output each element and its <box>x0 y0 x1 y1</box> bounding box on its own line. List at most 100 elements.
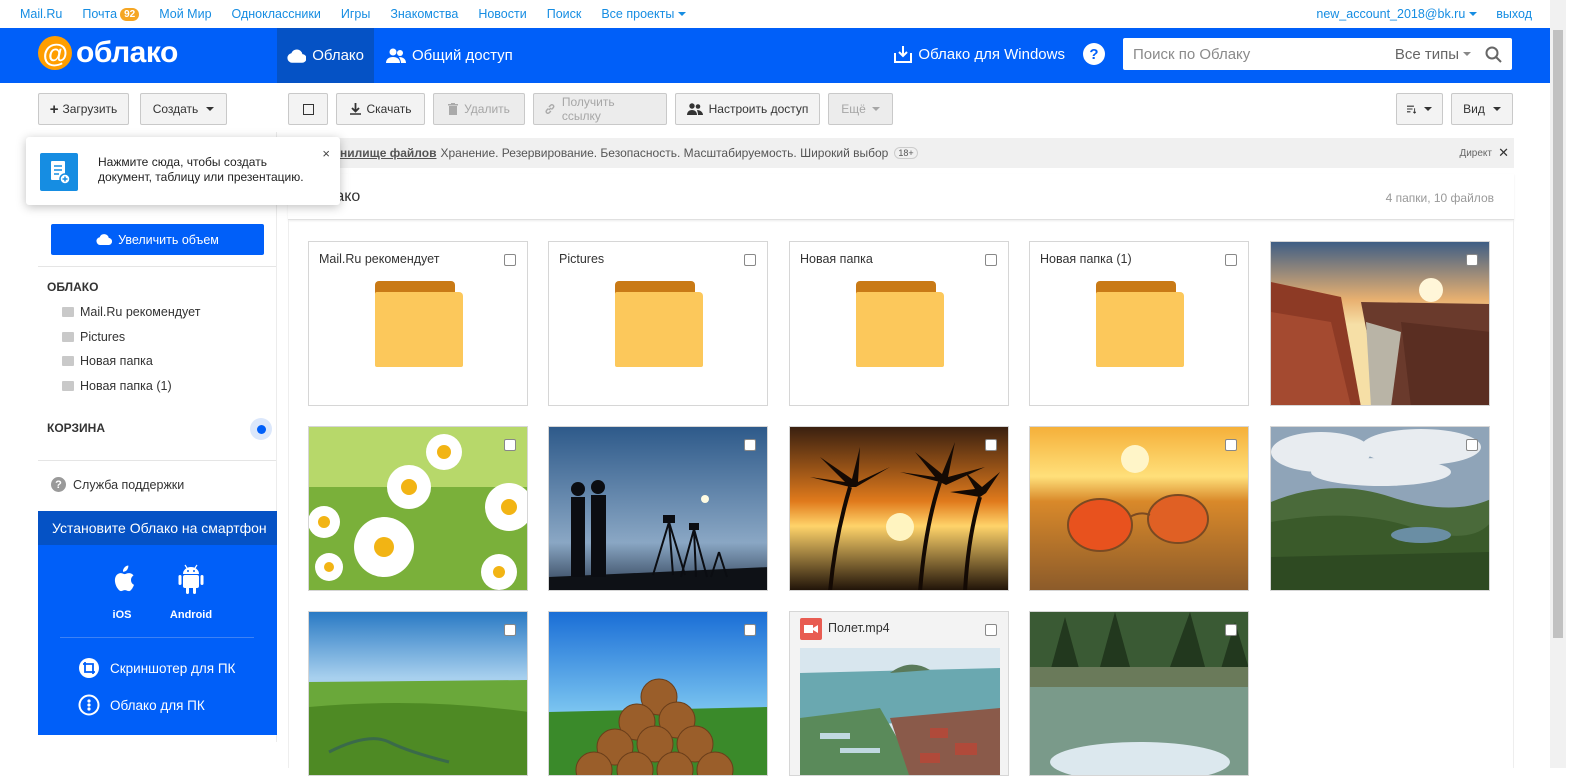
sidebar-folder-label: Mail.Ru рекомендует <box>80 305 201 319</box>
nav-ok[interactable]: Одноклассники <box>232 7 321 21</box>
image-card[interactable] <box>308 611 528 776</box>
nav-mail-label: Почта <box>82 7 118 21</box>
tab-shared[interactable]: Общий доступ <box>376 28 523 83</box>
sidebar-folder-label: Новая папка (1) <box>80 379 172 393</box>
folder-card[interactable]: Mail.Ru рекомендует <box>308 241 528 406</box>
select-checkbox[interactable] <box>1225 254 1237 266</box>
file-types-dropdown[interactable]: Все типы <box>1395 46 1471 63</box>
image-card[interactable] <box>1270 241 1490 406</box>
select-checkbox[interactable] <box>744 439 756 451</box>
sidebar-folder-label: Pictures <box>80 330 126 344</box>
trash-section-heading[interactable]: КОРЗИНА <box>47 421 105 435</box>
folder-name: Новая папка <box>800 252 873 266</box>
select-checkbox[interactable] <box>1225 439 1237 451</box>
image-card[interactable] <box>548 611 768 776</box>
logo[interactable]: @ облако <box>38 36 178 70</box>
account-menu[interactable]: new_account_2018@bk.ru <box>1316 7 1478 21</box>
search-input[interactable]: Поиск по Облаку <box>1133 46 1395 63</box>
close-icon[interactable]: × <box>322 146 330 161</box>
nav-my-world[interactable]: Мой Мир <box>159 7 211 21</box>
select-checkbox[interactable] <box>1225 624 1237 636</box>
image-card[interactable] <box>548 426 768 591</box>
select-checkbox[interactable] <box>985 254 997 266</box>
select-checkbox[interactable] <box>985 439 997 451</box>
nav-dating[interactable]: Знакомства <box>390 7 458 21</box>
dot-icon <box>256 424 266 434</box>
mountain-lake-photo <box>1271 427 1489 590</box>
windows-app-label: Облако для Windows <box>918 45 1065 63</box>
folder-card[interactable]: Новая папка (1) <box>1029 241 1249 406</box>
file-types-label: Все типы <box>1394 45 1459 63</box>
divider <box>60 637 254 638</box>
delete-label: Удалить <box>464 102 510 116</box>
help-icon[interactable]: ? <box>1083 43 1105 65</box>
image-card[interactable] <box>308 426 528 591</box>
sidebar-folder-new-1[interactable]: Новая папка (1) <box>62 379 172 393</box>
ios-app-link[interactable]: iOS <box>92 563 152 621</box>
select-all-checkbox[interactable] <box>288 93 328 125</box>
nav-mailru[interactable]: Mail.Ru <box>20 7 62 21</box>
nav-all-projects[interactable]: Все проекты <box>601 7 687 21</box>
download-button[interactable]: Скачать <box>336 93 425 125</box>
select-checkbox[interactable] <box>744 254 756 266</box>
image-card[interactable] <box>1270 426 1490 591</box>
nav-news[interactable]: Новости <box>478 7 526 21</box>
download-icon <box>349 103 361 115</box>
search-icon[interactable] <box>1485 46 1502 63</box>
folder-icon <box>856 281 944 367</box>
delete-button[interactable]: Удалить <box>433 93 525 125</box>
screenshoter-link[interactable]: Скриншотер для ПК <box>78 657 235 679</box>
create-button[interactable]: Создать <box>140 93 227 125</box>
screenshoter-label: Скриншотер для ПК <box>110 660 236 676</box>
select-checkbox[interactable] <box>504 439 516 451</box>
nav-search[interactable]: Поиск <box>547 7 582 21</box>
sidebar-folder-new[interactable]: Новая папка <box>62 354 153 368</box>
select-checkbox[interactable] <box>1466 439 1478 451</box>
chevron-down-icon <box>1463 52 1471 56</box>
ad-link[interactable]: нилище файлов <box>340 146 436 160</box>
ad-banner[interactable]: нилище файлов Хранение. Резервирование. … <box>288 138 1514 168</box>
nav-mail[interactable]: Почта 92 <box>82 7 140 21</box>
select-checkbox[interactable] <box>504 254 516 266</box>
select-checkbox[interactable] <box>504 624 516 636</box>
view-button[interactable]: Вид <box>1451 93 1513 125</box>
folder-card[interactable]: Новая папка <box>789 241 1009 406</box>
image-card[interactable] <box>789 426 1009 591</box>
more-button[interactable]: Ещё <box>828 93 893 125</box>
support-link[interactable]: ? Служба поддержки <box>51 477 184 492</box>
canyon-photo <box>1271 242 1489 405</box>
share-access-button[interactable]: Настроить доступ <box>675 93 820 125</box>
sort-button[interactable] <box>1396 93 1443 125</box>
logout-link[interactable]: выход <box>1496 7 1532 21</box>
cloud-pc-icon <box>78 694 100 716</box>
video-camera-icon <box>800 618 822 640</box>
sidebar-folder-pictures[interactable]: Pictures <box>62 330 125 344</box>
nav-all-projects-label: Все проекты <box>601 7 675 21</box>
upload-button[interactable]: + Загрузить <box>38 93 129 125</box>
sidebar-folder-mailru-recommends[interactable]: Mail.Ru рекомендует <box>62 305 200 319</box>
daisies-photo <box>309 427 527 590</box>
aerial-resort-thumbnail <box>800 648 1000 775</box>
nav-games[interactable]: Игры <box>341 7 370 21</box>
page-scrollbar[interactable] <box>1550 0 1566 768</box>
scrollbar-thumb[interactable] <box>1553 30 1563 638</box>
search-box[interactable]: Поиск по Облаку Все типы <box>1123 38 1512 70</box>
folder-card[interactable]: Pictures <box>548 241 768 406</box>
select-checkbox[interactable] <box>744 624 756 636</box>
at-logo-icon: @ <box>38 36 72 70</box>
select-checkbox[interactable] <box>1466 254 1478 266</box>
image-card[interactable] <box>1029 426 1249 591</box>
increase-storage-label: Увеличить объем <box>118 232 219 247</box>
select-checkbox[interactable] <box>985 624 997 636</box>
image-card[interactable] <box>1029 611 1249 776</box>
cloud-section-heading[interactable]: ОБЛАКО <box>47 280 98 294</box>
folder-icon <box>615 281 703 367</box>
windows-app-link[interactable]: Облако для Windows <box>894 45 1065 63</box>
cloud-pc-link[interactable]: Облако для ПК <box>78 694 205 716</box>
android-app-link[interactable]: Android <box>161 563 221 621</box>
close-icon[interactable]: ✕ <box>1498 145 1509 161</box>
get-link-button[interactable]: Получить ссылку <box>533 93 667 125</box>
increase-storage-button[interactable]: Увеличить объем <box>51 224 264 255</box>
video-card[interactable]: Полет.mp4 <box>789 611 1009 776</box>
tab-cloud[interactable]: Облако <box>277 28 374 83</box>
